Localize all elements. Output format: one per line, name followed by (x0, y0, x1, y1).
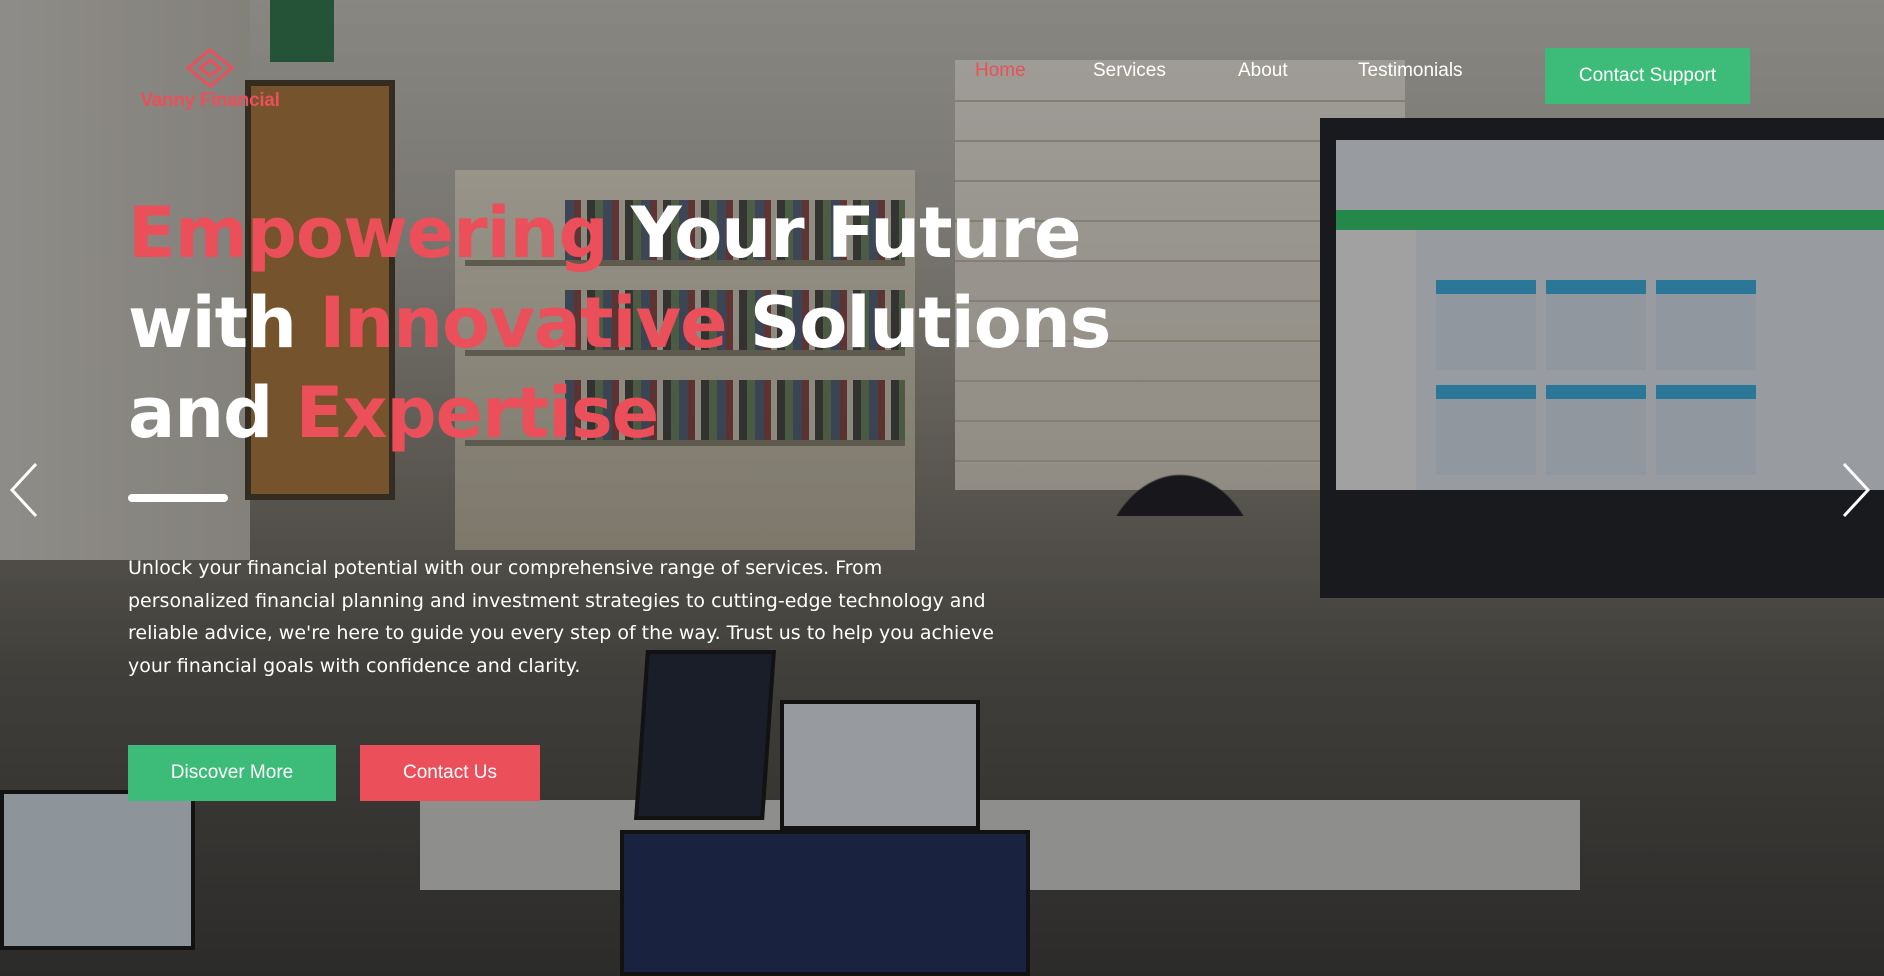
nav-item-testimonials[interactable]: Testimonials (1358, 60, 1463, 82)
headline-divider (128, 494, 228, 502)
nav-item-about[interactable]: About (1238, 60, 1288, 82)
headline-line-1: Empowering Your Future (128, 188, 1110, 278)
brand-logo[interactable]: Vanny Financial (130, 48, 290, 118)
nav-item-services[interactable]: Services (1093, 60, 1166, 82)
headline-accent-word: Innovative (319, 282, 727, 364)
hero-description: Unlock your financial potential with our… (128, 557, 994, 677)
chevron-left-icon (9, 462, 38, 518)
carousel-next-button[interactable] (1836, 460, 1876, 520)
chevron-right-icon (1842, 462, 1871, 518)
headline-text: and (128, 372, 296, 454)
headline-line-2: with Innovative Solutions (128, 278, 1111, 368)
carousel-prev-button[interactable] (4, 460, 44, 520)
headline-accent-word: Empowering (128, 192, 609, 274)
discover-more-button[interactable]: Discover More (128, 745, 336, 801)
headline-line-3: and Expertise (128, 368, 1110, 458)
hero-background-image (0, 0, 1884, 976)
headline-text: with (128, 282, 320, 364)
nav-item-home[interactable]: Home (975, 60, 1026, 82)
headline-text: Your Future (607, 192, 1082, 274)
logo-diamond-icon (185, 48, 235, 88)
headline-text: Solutions (726, 282, 1111, 364)
contact-support-button[interactable]: Contact Support (1545, 48, 1750, 104)
contact-us-button[interactable]: Contact Us (360, 745, 540, 801)
brand-name: Vanny Financial (140, 90, 280, 111)
hero-headline: Empowering Your Future with Innovative S… (128, 188, 1111, 458)
headline-accent-word: Expertise (295, 372, 660, 454)
